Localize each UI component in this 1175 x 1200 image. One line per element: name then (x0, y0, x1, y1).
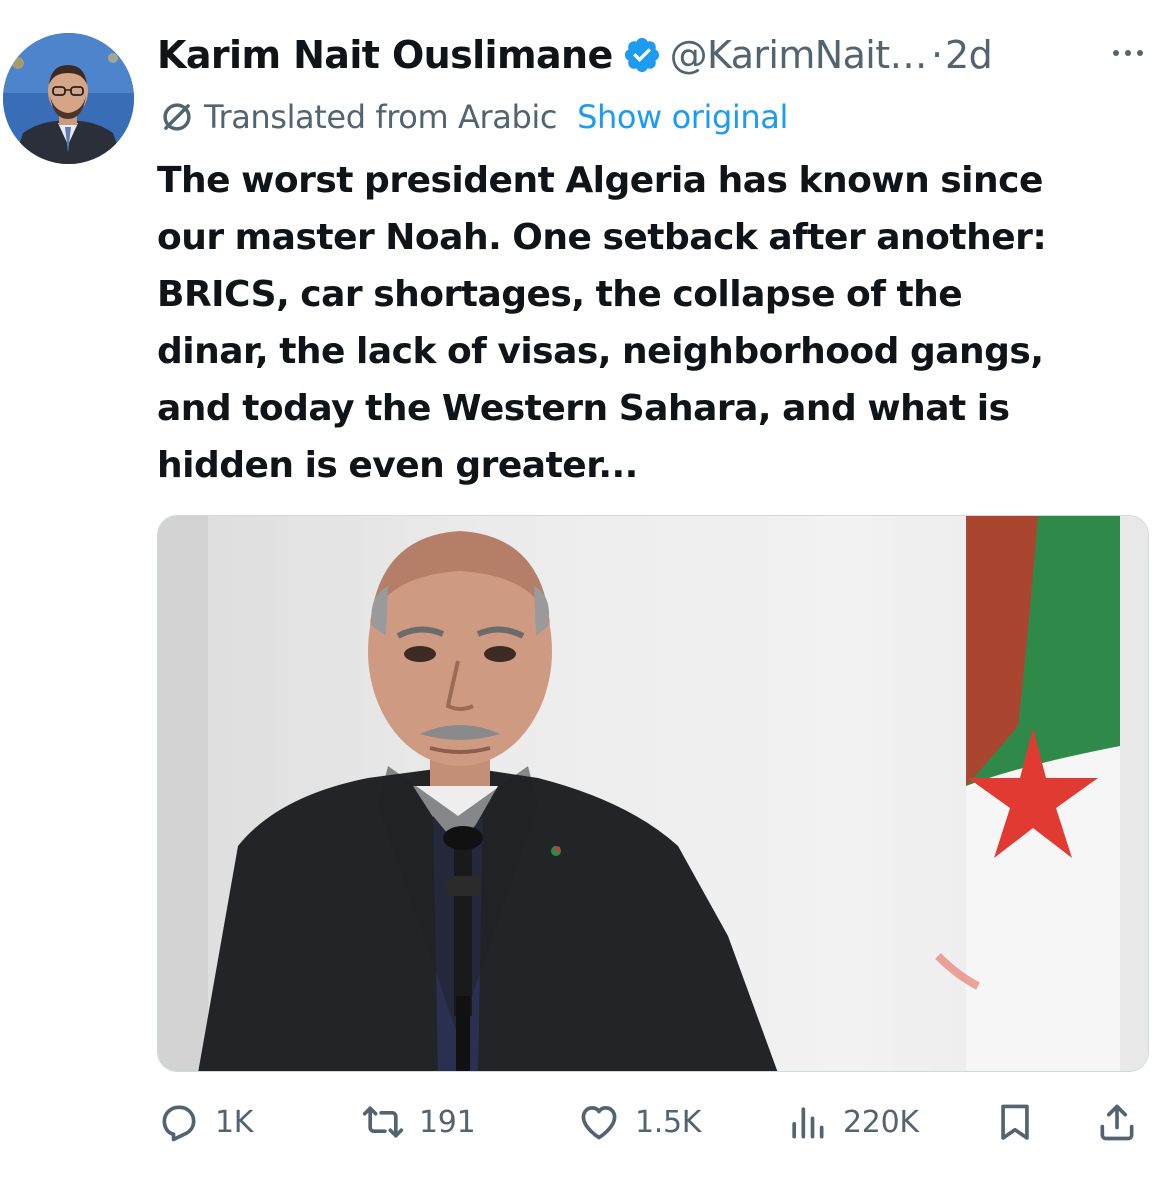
views-chart-icon (792, 1107, 824, 1139)
share-button[interactable] (1095, 1092, 1139, 1152)
author-handle[interactable]: @KarimNait… (670, 33, 928, 77)
tweet[interactable]: Karim Nait Ouslimane @KarimNait… · 2d Tr… (0, 0, 1175, 1200)
retweet-icon (362, 1106, 404, 1138)
bookmark-icon (1001, 1104, 1029, 1140)
tweet-header: Karim Nait Ouslimane @KarimNait… · 2d (157, 30, 993, 80)
views-button[interactable]: 220K (785, 1092, 919, 1152)
tweet-action-bar: 1K 191 1.5K 220K (157, 1092, 1149, 1152)
bookmark-button[interactable] (993, 1092, 1037, 1152)
separator-dot: · (930, 33, 944, 77)
translate-icon (163, 103, 191, 131)
tweet-media-photo[interactable] (157, 515, 1149, 1072)
like-count: 1.5K (635, 1104, 702, 1140)
views-count: 220K (843, 1104, 919, 1140)
more-dots-icon[interactable] (1108, 38, 1148, 68)
verified-badge-icon (624, 37, 659, 73)
avatar[interactable] (3, 33, 134, 164)
show-original-link[interactable]: Show original (577, 98, 788, 136)
reply-icon (162, 1105, 196, 1142)
retweet-button[interactable]: 191 (361, 1092, 476, 1152)
share-icon (1100, 1104, 1134, 1141)
heart-icon (581, 1106, 617, 1140)
author-name[interactable]: Karim Nait Ouslimane (157, 33, 613, 77)
translated-label: Translated from Arabic (204, 98, 558, 136)
like-button[interactable]: 1.5K (577, 1092, 701, 1152)
tweet-timestamp[interactable]: 2d (945, 33, 993, 77)
tweet-text: The worst president Algeria has known si… (157, 160, 1047, 486)
reply-count: 1K (215, 1104, 254, 1140)
reply-button[interactable]: 1K (157, 1092, 253, 1152)
translation-bar: Translated from Arabic Show original (158, 95, 788, 139)
retweet-count: 191 (419, 1104, 476, 1140)
